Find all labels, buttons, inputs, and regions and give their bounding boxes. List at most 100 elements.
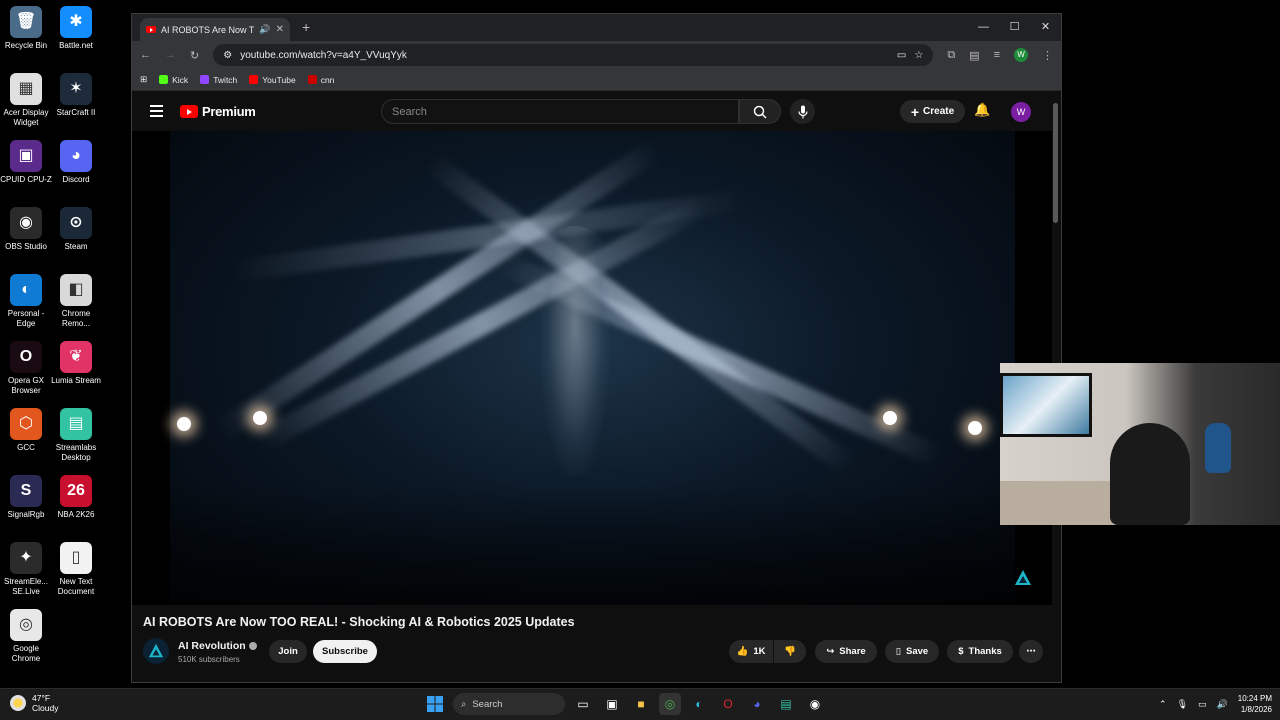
search-icon [753,105,767,119]
channel-name[interactable]: AI Revolution [178,640,257,652]
url-text: youtube.com/watch?v=a4Y_VVuqYyk [240,49,407,61]
desktop-icon-recycle-bin[interactable]: 🗑 Recycle Bin [0,6,52,51]
youtube-logo[interactable]: Premium [180,104,256,119]
streamlabs-taskbar-button[interactable]: ▤ [775,693,797,715]
more-actions-button[interactable]: ⋯ [1019,640,1043,663]
media-controls-icon[interactable]: ≡ [994,49,1000,61]
close-window-button[interactable]: ✕ [1030,14,1061,41]
apps-grid-icon[interactable]: ⊞ [140,74,147,85]
display-tray-icon[interactable]: ▭ [1198,699,1207,710]
cast-icon[interactable]: ▭ [897,50,906,61]
webcam-wall [1000,481,1120,525]
video-player[interactable] [132,131,1052,605]
desktop-icon-streamele-se-live[interactable]: ✦ StreamEle... SE.Live [0,542,52,597]
weather-condition: Cloudy [32,703,59,713]
bookmark-cnn[interactable]: cnn [307,75,334,85]
widgets-button[interactable]: ▣ [601,693,623,715]
desktop-icon-acer-display-widget[interactable]: ▦ Acer Display Widget [0,73,52,128]
desktop-icon-cpuid-cpu-z[interactable]: ▣ CPUID CPU-Z [0,140,52,185]
desktop-icon-battle-net[interactable]: ✱ Battle.net [50,6,102,51]
thumbs-up-icon: 👍 [736,646,749,657]
opera-taskbar-button[interactable]: O [717,693,739,715]
edge-taskbar-button[interactable]: ◐ [688,693,710,715]
microphone-tray-icon[interactable]: 🎙 [1177,699,1188,710]
obs-taskbar-button[interactable]: ◉ [804,693,826,715]
scrollbar-thumb[interactable] [1053,103,1058,223]
tab-close-icon[interactable]: ✕ [276,24,284,35]
share-button[interactable]: ↪ Share [815,640,877,663]
site-info-icon[interactable]: ⚙ [223,50,232,61]
bookmark-star-icon[interactable]: ☆ [914,50,923,61]
user-avatar[interactable]: W [1011,102,1031,122]
bookmark-youtube[interactable]: YouTube [249,75,296,85]
forward-button[interactable]: → [165,49,176,61]
save-button[interactable]: ▯ Save [885,640,939,663]
subscribe-button[interactable]: Subscribe [313,640,377,663]
tab-active[interactable]: AI ROBOTS Are Now TOO R 🔊 ✕ [140,18,290,41]
search-input[interactable]: Search [381,99,739,124]
channel-watermark-icon[interactable] [1014,569,1032,587]
dislike-button[interactable]: 👎 [774,640,806,663]
system-clock[interactable]: 10:24 PM 1/8/2026 [1238,693,1272,715]
desktop-icon-steam[interactable]: ⊙ Steam [50,207,102,252]
maximize-button[interactable]: ☐ [999,14,1030,41]
volume-icon[interactable]: 🔊 [1217,699,1228,710]
extensions-icon[interactable]: ⧉ [947,49,955,62]
task-view-button[interactable]: ▭ [572,693,594,715]
desktop-icon-lumia-stream[interactable]: ❦ Lumia Stream [50,341,102,386]
side-panel-icon[interactable]: ▤ [969,49,979,62]
bookmark-kick[interactable]: Kick [159,75,188,85]
desktop-icon-label: Chrome Remo... [61,309,91,328]
desktop-icon-personal-edge[interactable]: ◐ Personal - Edge [0,274,52,329]
file-explorer-button[interactable]: ■ [630,693,652,715]
thanks-button[interactable]: $ Thanks [947,640,1013,663]
discord-taskbar-button[interactable]: ◕ [746,693,768,715]
join-button[interactable]: Join [269,640,307,663]
chrome-taskbar-button[interactable]: ◎ [659,693,681,715]
desktop-icon-google-chrome[interactable]: ◎ Google Chrome [0,609,52,664]
desktop-icon-chrome-remo[interactable]: ◧ Chrome Remo... [50,274,102,329]
webcam-overlay [1000,363,1280,525]
start-button[interactable] [424,693,446,715]
bookmark-twitch[interactable]: Twitch [200,75,237,85]
taskbar-search[interactable]: ⌕ Search [453,693,565,715]
desktop-icon-label: Google Chrome [11,644,41,663]
desktop-icon-label: New Text Document [57,577,95,596]
google-chrome-icon: ◎ [10,609,42,641]
desktop-icon-signalrgb[interactable]: S SignalRgb [0,475,52,520]
speaker-icon[interactable]: 🔊 [259,24,270,35]
address-bar[interactable]: ⚙ youtube.com/watch?v=a4Y_VVuqYyk ▭ ☆ [213,44,934,66]
desktop-icon-streamlabs-desktop[interactable]: ▤ Streamlabs Desktop [50,408,102,463]
minimize-button[interactable]: — [968,14,999,41]
profile-avatar[interactable]: W [1014,48,1028,62]
desktop-icon-nba-2k26[interactable]: 26 NBA 2K26 [50,475,102,520]
notifications-bell-icon[interactable]: 🔔 [974,102,990,118]
tab-strip: AI ROBOTS Are Now TOO R 🔊 ✕ + — ☐ ✕ [132,14,1061,41]
channel-avatar[interactable] [143,638,169,664]
voice-search-button[interactable] [790,99,815,124]
desktop-icon-new-text-document[interactable]: ▯ New Text Document [50,542,102,597]
steam-icon: ⊙ [60,207,92,239]
tray-overflow-icon[interactable]: ⌃ [1159,699,1167,710]
webcam-vase [1205,423,1231,473]
back-button[interactable]: ← [140,49,151,61]
like-button[interactable]: 👍 1K [729,640,773,663]
create-button[interactable]: + Create [900,100,965,123]
cpuid-cpu-z-icon: ▣ [10,140,42,172]
reload-button[interactable]: ↻ [190,49,199,62]
desktop-icon-starcraft-ii[interactable]: ✶ StarCraft II [50,73,102,118]
verified-badge-icon [248,642,257,651]
desktop-icon-gcc[interactable]: ⬡ GCC [0,408,52,453]
weather-widget[interactable]: 47°F Cloudy [10,693,58,713]
desktop-icon-discord[interactable]: ◕ Discord [50,140,102,185]
desktop-icons: 🗑 Recycle Bin ✱ Battle.net ▦ Acer Display Wid… [0,0,130,688]
windows-taskbar: 47°F Cloudy ⌕ Search ▭ ▣ ■ ◎ ◐ O ◕ ▤ ◉ ⌃… [0,688,1280,720]
desktop-icon-opera-gx-browser[interactable]: O Opera GX Browser [0,341,52,396]
hamburger-menu-icon[interactable] [150,105,163,120]
menu-kebab-icon[interactable]: ⋮ [1042,49,1053,62]
nba-2k26-icon: 26 [60,475,92,507]
new-tab-button[interactable]: + [302,19,310,35]
search-button[interactable] [739,99,781,124]
desktop-icon-label: Recycle Bin [4,41,48,50]
desktop-icon-obs-studio[interactable]: ◉ OBS Studio [0,207,52,252]
